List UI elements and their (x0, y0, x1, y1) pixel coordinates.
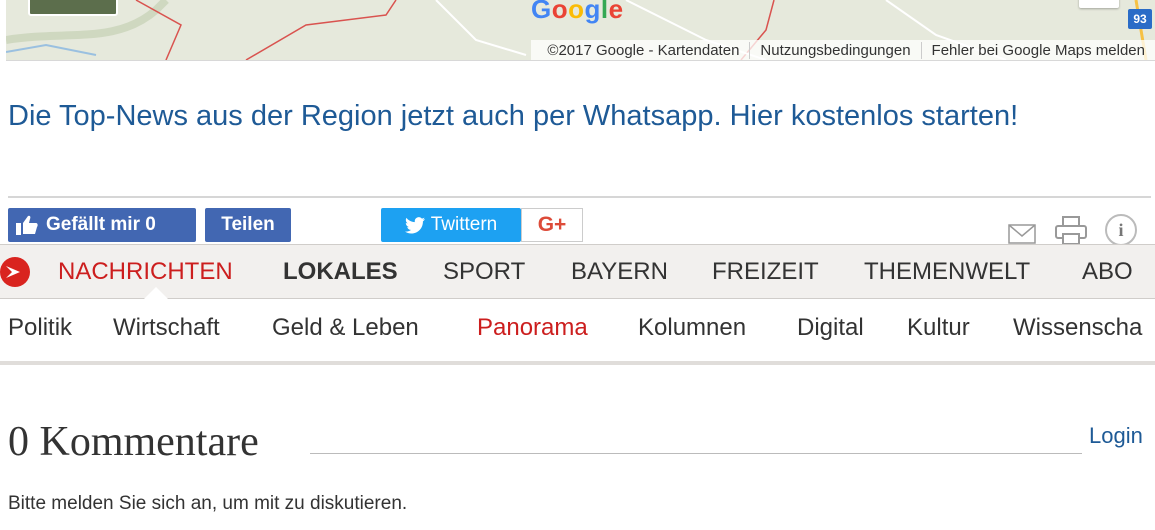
nav-item-sport[interactable]: SPORT (443, 245, 525, 299)
facebook-like-label: Gefällt mir 0 (46, 214, 156, 235)
subnav-item-wissenschaft[interactable]: Wissenscha (1013, 299, 1142, 357)
subnav-item-panorama[interactable]: Panorama (477, 299, 588, 357)
google-map[interactable]: Google 93 ©2017 Google - Kartendaten Nut… (6, 0, 1155, 61)
comments-heading-rule (310, 453, 1082, 454)
google-logo: Google (531, 0, 624, 24)
subnav-item-wirtschaft[interactable]: Wirtschaft (113, 299, 220, 357)
google-plus-button[interactable]: G+ (521, 208, 583, 242)
login-notice: Bitte melden Sie sich an, um mit zu disk… (8, 493, 408, 514)
mail-icon[interactable] (1008, 224, 1036, 244)
subnav-item-geld-leben[interactable]: Geld & Leben (272, 299, 419, 357)
subnav-item-digital[interactable]: Digital (797, 299, 864, 357)
whatsapp-promo-link[interactable]: Die Top-News aus der Region jetzt auch p… (8, 100, 1018, 133)
map-terms-link[interactable]: Nutzungsbedingungen (750, 41, 922, 59)
info-icon[interactable]: i (1105, 214, 1137, 246)
nav-active-caret (144, 287, 168, 299)
map-report-error-link[interactable]: Fehler bei Google Maps melden (922, 42, 1155, 59)
nav-item-freizeit[interactable]: FREIZEIT (712, 245, 819, 299)
nav-item-lokales[interactable]: LOKALES (283, 245, 398, 299)
site-logo-icon[interactable] (0, 257, 40, 287)
road-number-badge: 93 (1128, 9, 1152, 29)
login-link[interactable]: Login (1089, 423, 1143, 449)
map-copyright: ©2017 Google - Kartendaten (537, 41, 751, 59)
twitter-bird-icon (404, 216, 425, 233)
main-navigation: NACHRICHTEN LOKALES SPORT BAYERN FREIZEI… (0, 244, 1155, 299)
thumbs-up-icon (16, 215, 38, 235)
nav-item-themenwelt[interactable]: THEMENWELT (864, 245, 1030, 299)
nav-item-abo[interactable]: ABO (1082, 245, 1133, 299)
nav-item-bayern[interactable]: BAYERN (571, 245, 668, 299)
divider (8, 196, 1151, 198)
subnav-item-kultur[interactable]: Kultur (907, 299, 970, 357)
map-attribution-bar: ©2017 Google - Kartendaten Nutzungsbedin… (531, 40, 1155, 60)
satellite-toggle-thumbnail[interactable] (28, 0, 118, 16)
facebook-like-button[interactable]: Gefällt mir 0 (8, 208, 196, 242)
subnav-item-politik[interactable]: Politik (8, 299, 72, 357)
map-zoom-control[interactable] (1079, 0, 1119, 8)
print-icon[interactable] (1055, 216, 1087, 246)
comments-heading: 0 Kommentare (8, 419, 259, 465)
subnav-item-kolumnen[interactable]: Kolumnen (638, 299, 746, 357)
facebook-share-button[interactable]: Teilen (205, 208, 291, 242)
twitter-button[interactable]: Twittern (381, 208, 521, 242)
share-bar: Gefällt mir 0 Teilen Twittern G+ i (0, 208, 1155, 248)
twitter-label: Twittern (430, 214, 498, 235)
sub-navigation: Politik Wirtschaft Geld & Leben Panorama… (0, 299, 1155, 365)
